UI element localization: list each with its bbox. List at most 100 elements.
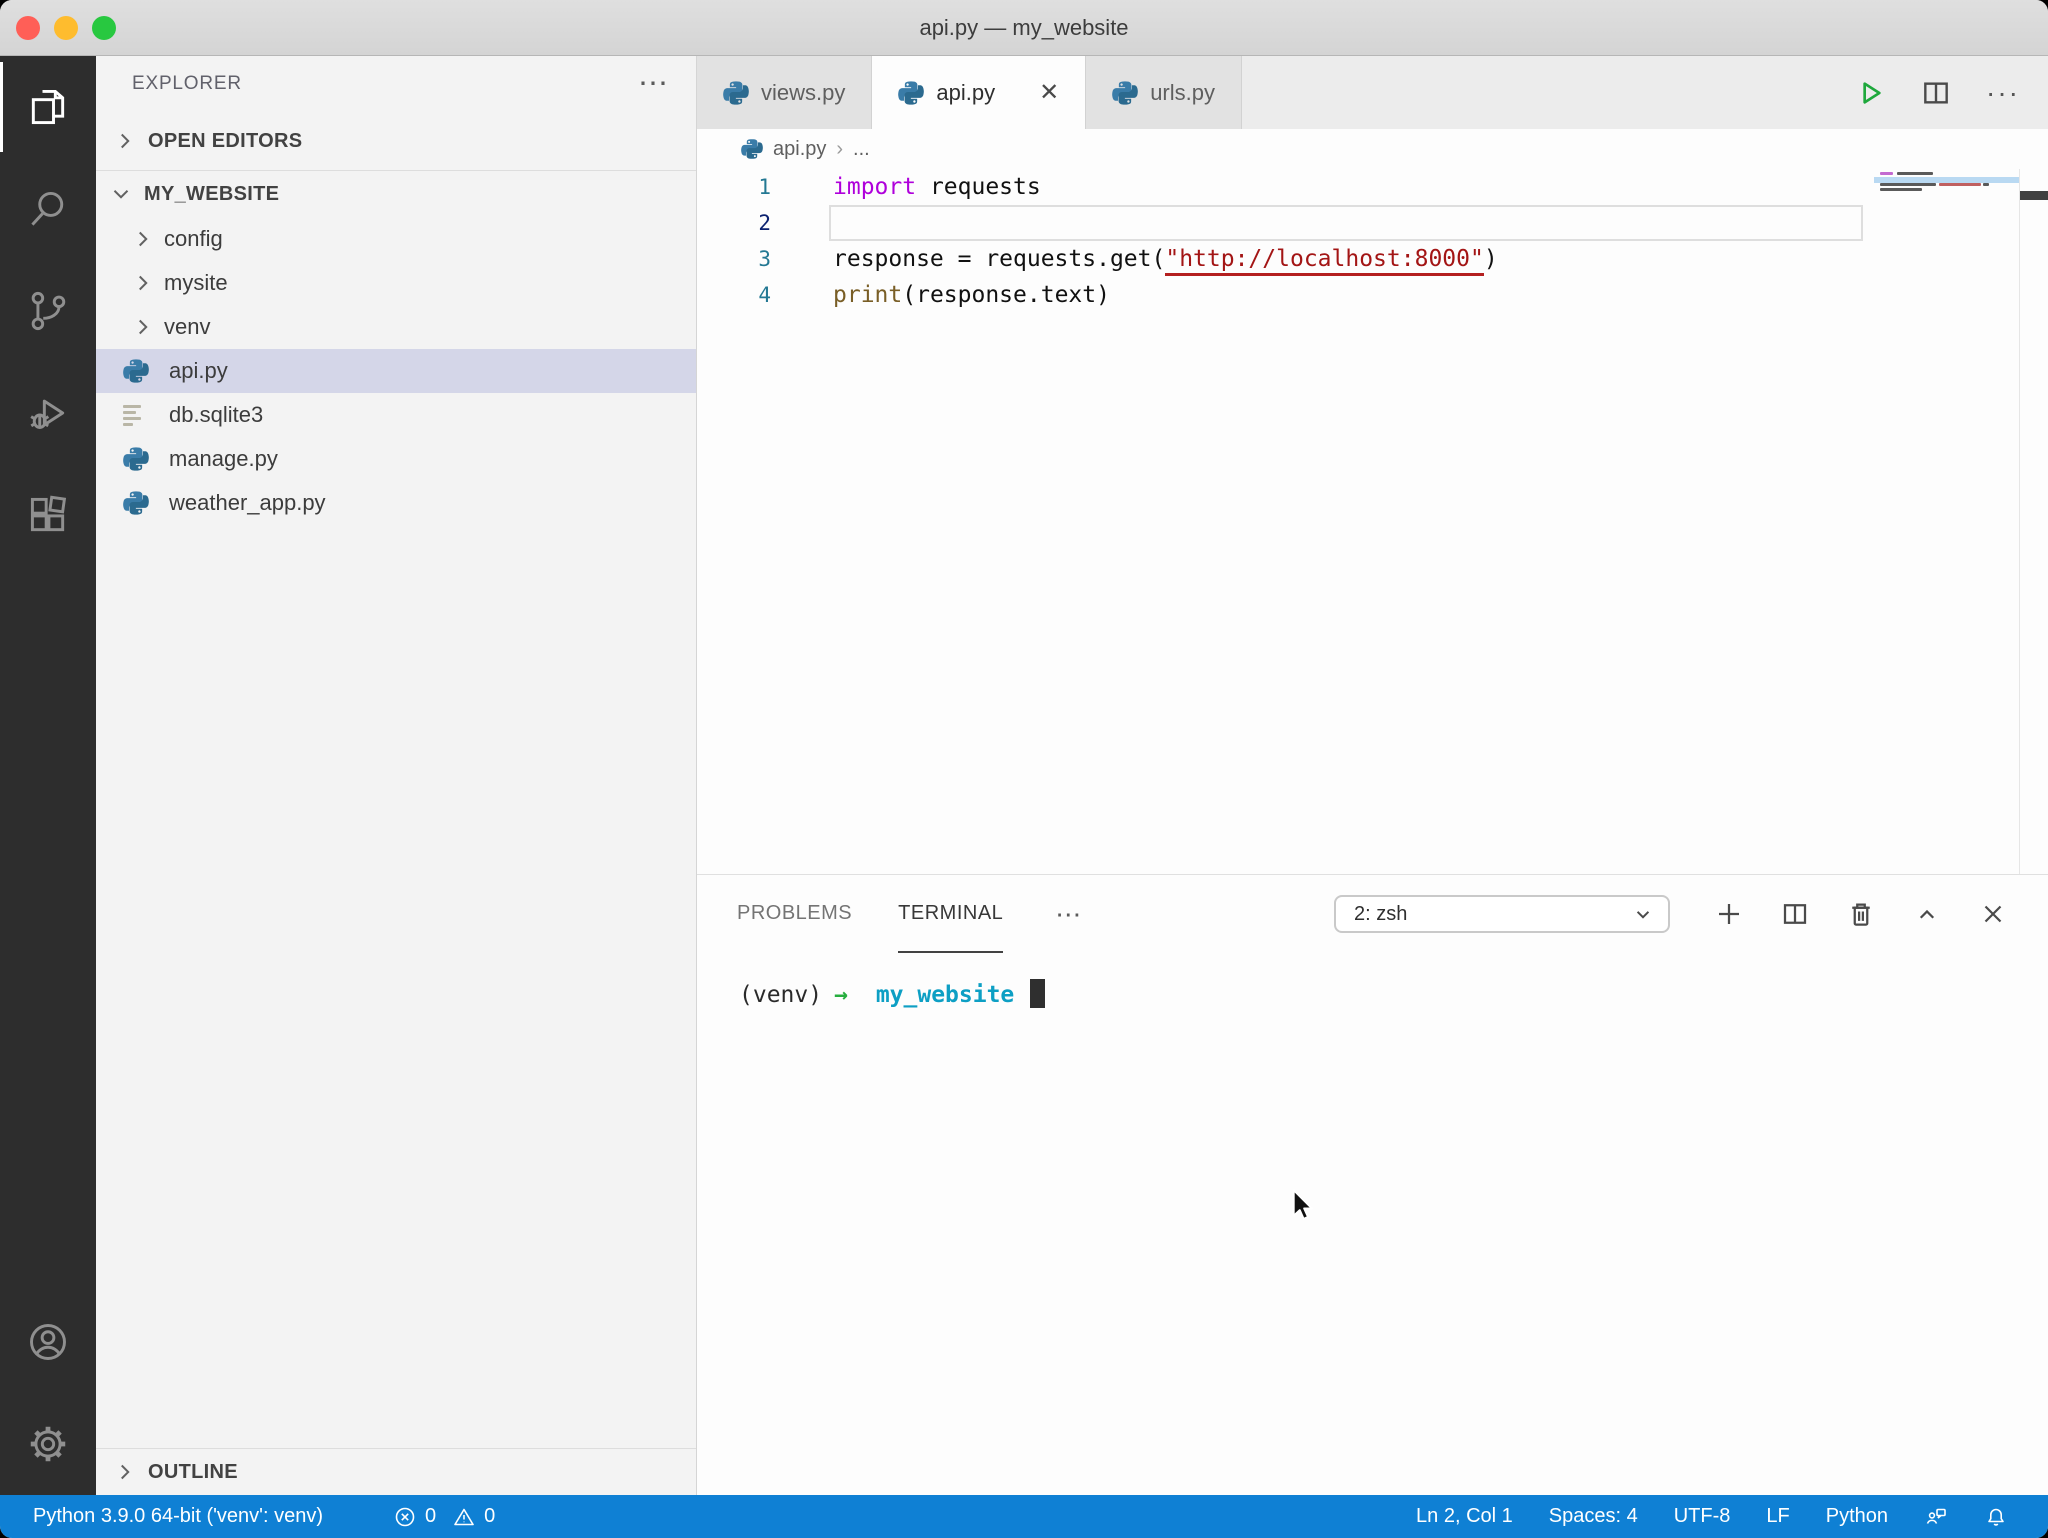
- explorer-title: EXPLORER: [132, 73, 242, 94]
- file-tree: config mysite venv api.py db.sqlite3 man…: [96, 217, 696, 525]
- maximize-panel-icon[interactable]: [1912, 899, 1942, 929]
- tab-label: api.py: [936, 79, 996, 105]
- status-bar: Python 3.9.0 64-bit ('venv': venv) 0 0 L…: [0, 1495, 2048, 1538]
- language-mode-status[interactable]: Python: [1826, 1505, 1888, 1528]
- new-terminal-icon[interactable]: [1714, 899, 1744, 929]
- tree-item-api-py[interactable]: api.py: [96, 349, 696, 393]
- kill-terminal-trash-icon[interactable]: [1846, 899, 1876, 929]
- code-line-1: import requests: [833, 174, 1041, 200]
- feedback-icon[interactable]: [1924, 1505, 1948, 1529]
- terminal-shell-select[interactable]: 2: zsh: [1334, 895, 1670, 933]
- code-editor[interactable]: 1 2 3 4 import requests response = reque…: [697, 169, 2048, 874]
- vscode-window: api.py — my_website EXPLORER ⋯ OPEN EDIT…: [0, 0, 2048, 1538]
- python-file-icon: [123, 491, 149, 515]
- file-label: weather_app.py: [169, 490, 326, 515]
- tab-api-py[interactable]: api.py ✕: [872, 56, 1087, 129]
- python-interpreter-status[interactable]: Python 3.9.0 64-bit ('venv': venv): [33, 1505, 323, 1528]
- close-tab-icon[interactable]: ✕: [1039, 78, 1059, 107]
- run-file-icon[interactable]: [1854, 77, 1886, 109]
- explorer-icon[interactable]: [0, 56, 96, 158]
- file-label: manage.py: [169, 446, 278, 471]
- tab-label: urls.py: [1150, 79, 1215, 105]
- file-label: db.sqlite3: [169, 402, 264, 427]
- tab-views-py[interactable]: views.py: [697, 56, 873, 129]
- shell-select-value: 2: zsh: [1354, 902, 1408, 925]
- python-file-icon: [723, 80, 749, 105]
- open-editors-label: OPEN EDITORS: [148, 129, 303, 152]
- terminal-cursor: [1030, 979, 1046, 1008]
- explorer-sidebar: EXPLORER ⋯ OPEN EDITORS MY_WEBSITE confi…: [96, 56, 697, 1495]
- mouse-pointer: [1292, 1189, 1313, 1220]
- minimap[interactable]: [1874, 169, 2020, 874]
- warning-icon: [454, 1508, 474, 1525]
- chevron-right-icon: [139, 275, 148, 291]
- tree-item-weather-app-py[interactable]: weather_app.py: [96, 481, 696, 525]
- problems-status[interactable]: 0 0: [393, 1505, 495, 1529]
- activity-bar: [0, 56, 96, 1495]
- tab-problems[interactable]: PROBLEMS: [737, 875, 852, 953]
- terminal-output[interactable]: (venv) → my_website: [697, 953, 2048, 1495]
- chevron-right-icon: [121, 133, 130, 149]
- search-icon[interactable]: [0, 158, 96, 260]
- python-file-icon: [123, 447, 149, 471]
- tab-urls-py[interactable]: urls.py: [1086, 56, 1242, 129]
- titlebar: api.py — my_website: [0, 0, 2048, 56]
- breadcrumb: api.py › ...: [697, 129, 2048, 169]
- editor-more-actions-icon[interactable]: ···: [1986, 77, 2020, 109]
- source-control-icon[interactable]: [0, 260, 96, 362]
- explorer-more-actions-icon[interactable]: ⋯: [638, 69, 668, 99]
- warning-count: 0: [484, 1505, 496, 1527]
- outline-label: OUTLINE: [148, 1460, 238, 1483]
- prompt-arrow-icon: →: [834, 982, 848, 1008]
- tree-item-mysite[interactable]: mysite: [96, 261, 696, 305]
- code-lines: import requests response = requests.get(…: [697, 169, 1868, 313]
- encoding-status[interactable]: UTF-8: [1674, 1505, 1731, 1528]
- file-label: api.py: [169, 358, 228, 383]
- folder-label: venv: [164, 314, 211, 339]
- tree-item-db-sqlite3[interactable]: db.sqlite3: [96, 393, 696, 437]
- python-file-icon: [1112, 80, 1139, 105]
- chevron-down-icon: [1636, 911, 1650, 919]
- panel-header: PROBLEMS TERMINAL ⋯ 2: zsh: [697, 875, 2048, 953]
- workspace-root-label: MY_WEBSITE: [144, 182, 280, 205]
- run-debug-icon[interactable]: [0, 362, 96, 464]
- cursor-position-status[interactable]: Ln 2, Col 1: [1416, 1505, 1513, 1528]
- account-icon[interactable]: [0, 1291, 96, 1393]
- split-terminal-icon[interactable]: [1780, 899, 1810, 929]
- editor-group: views.py api.py ✕ urls.py ··· api.py › .…: [697, 56, 2048, 1495]
- notifications-bell-icon[interactable]: [1984, 1505, 2008, 1529]
- extensions-icon[interactable]: [0, 464, 96, 566]
- workspace-root-folder[interactable]: MY_WEBSITE: [96, 171, 696, 217]
- folder-label: mysite: [164, 270, 228, 295]
- url-link: "http://localhost:8000": [1165, 246, 1484, 276]
- close-panel-icon[interactable]: [1978, 899, 2008, 929]
- chevron-right-icon: [139, 231, 148, 247]
- chevron-right-icon: [139, 319, 148, 335]
- python-file-icon: [741, 139, 763, 159]
- database-file-icon: [123, 402, 149, 428]
- eol-status[interactable]: LF: [1766, 1505, 1789, 1528]
- tree-item-venv[interactable]: venv: [96, 305, 696, 349]
- panel-more-actions-icon[interactable]: ⋯: [1055, 899, 1081, 930]
- open-editors-section[interactable]: OPEN EDITORS: [96, 112, 696, 171]
- tree-item-manage-py[interactable]: manage.py: [96, 437, 696, 481]
- cursor-overview-marker: [2020, 191, 2048, 200]
- bottom-panel: PROBLEMS TERMINAL ⋯ 2: zsh (venv) → my_w…: [697, 874, 2048, 1495]
- activity-bar-spacer: [0, 566, 96, 1291]
- code-line-3: response = requests.get("http://localhos…: [697, 241, 1868, 277]
- settings-gear-icon[interactable]: [0, 1393, 96, 1495]
- chevron-right-icon: [121, 1464, 130, 1480]
- tab-terminal[interactable]: TERMINAL: [898, 875, 1004, 953]
- tab-label: views.py: [761, 79, 846, 105]
- terminal-cwd: my_website: [875, 982, 1015, 1008]
- code-line-4: print(response.text): [833, 282, 1110, 308]
- window-title: api.py — my_website: [919, 15, 1129, 40]
- split-editor-icon[interactable]: [1920, 77, 1952, 109]
- breadcrumb-file[interactable]: api.py: [773, 138, 826, 161]
- indentation-status[interactable]: Spaces: 4: [1549, 1505, 1638, 1528]
- outline-section[interactable]: OUTLINE: [96, 1448, 696, 1495]
- tree-item-config[interactable]: config: [96, 217, 696, 261]
- breadcrumb-symbol[interactable]: ...: [853, 138, 870, 161]
- editor-tabbar: views.py api.py ✕ urls.py ···: [697, 56, 2048, 129]
